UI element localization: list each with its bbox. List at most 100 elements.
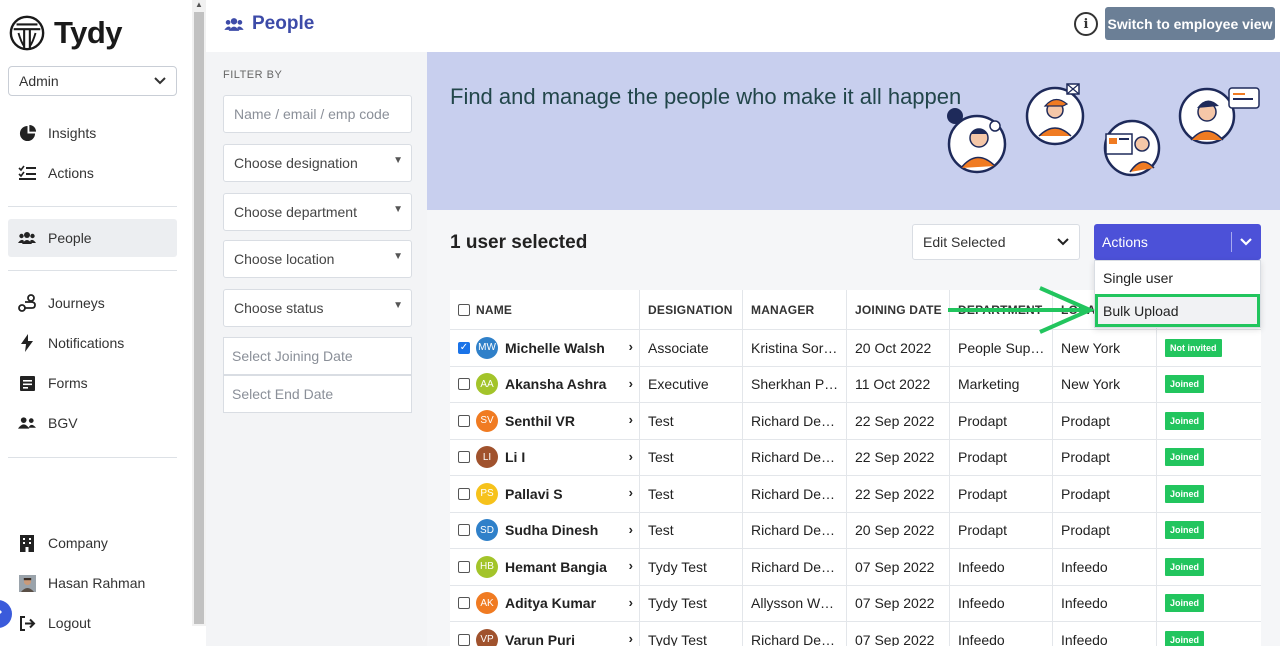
switch-to-employee-view-button[interactable]: Switch to employee view bbox=[1105, 7, 1275, 40]
cell-name[interactable]: VP Varun Puri › bbox=[450, 622, 640, 646]
joining-date-input[interactable]: Select Joining Date bbox=[223, 337, 412, 375]
sidebar-item-notifications[interactable]: Notifications bbox=[8, 324, 177, 362]
caret-down-icon: ▼ bbox=[393, 251, 403, 262]
chevron-right-icon[interactable]: › bbox=[629, 339, 633, 354]
menu-item-single-user[interactable]: Single user bbox=[1095, 261, 1260, 294]
sidebar-item-insights[interactable]: Insights bbox=[8, 114, 177, 152]
row-checkbox[interactable]: ✓ bbox=[458, 341, 470, 354]
header-manager[interactable]: MANAGER bbox=[743, 290, 847, 329]
designation-select[interactable]: Choose designation ▼ bbox=[223, 144, 412, 182]
cell-name[interactable]: ✓ MW Michelle Walsh › bbox=[450, 330, 640, 366]
table-row[interactable]: VP Varun Puri › Tydy Test Richard Dem... 07 S… bbox=[450, 622, 1261, 646]
caret-down-icon: ▼ bbox=[393, 300, 403, 311]
user-name[interactable]: Varun Puri bbox=[505, 632, 575, 646]
actions-dropdown-button[interactable]: Actions bbox=[1094, 224, 1261, 260]
cell-joining-date: 07 Sep 2022 bbox=[847, 622, 950, 646]
sidebar-item-people[interactable]: People bbox=[8, 219, 177, 257]
sidebar-item-label: Insights bbox=[48, 125, 97, 141]
user-name[interactable]: Senthil VR bbox=[505, 413, 575, 429]
cell-name[interactable]: AK Aditya Kumar › bbox=[450, 585, 640, 621]
status-badge: Joined bbox=[1165, 411, 1205, 430]
row-checkbox[interactable] bbox=[458, 451, 470, 464]
user-name[interactable]: Sudha Dinesh bbox=[505, 522, 598, 538]
chevron-right-icon[interactable]: › bbox=[629, 376, 633, 391]
designation-text: Test bbox=[648, 522, 674, 539]
row-checkbox[interactable] bbox=[458, 597, 470, 610]
sidebar-scroll-thumb[interactable] bbox=[194, 12, 204, 624]
cell-location: Infeedo bbox=[1053, 622, 1157, 646]
row-checkbox[interactable] bbox=[458, 378, 470, 391]
table-row[interactable]: AK Aditya Kumar › Tydy Test Allysson We... 07… bbox=[450, 585, 1261, 622]
search-placeholder: Name / email / emp code bbox=[234, 106, 390, 122]
chevron-right-icon[interactable]: › bbox=[629, 558, 633, 573]
search-input[interactable]: Name / email / emp code bbox=[223, 95, 412, 133]
status-select[interactable]: Choose status ▼ bbox=[223, 289, 412, 327]
sidebar-item-actions[interactable]: Actions bbox=[8, 154, 177, 192]
row-checkbox[interactable] bbox=[458, 414, 470, 427]
caret-down-icon: ▼ bbox=[393, 204, 403, 215]
sidebar-item-bgv[interactable]: BGV bbox=[8, 404, 177, 442]
manager-text: Richard Dem... bbox=[751, 449, 839, 466]
table-row[interactable]: SV Senthil VR › Test Richard Dem... 22 Sep 20… bbox=[450, 403, 1261, 440]
location-select-label: Choose location bbox=[234, 251, 335, 267]
row-checkbox[interactable] bbox=[458, 560, 470, 573]
table-row[interactable]: HB Hemant Bangia › Tydy Test Richard Dem... 0… bbox=[450, 549, 1261, 586]
chevron-right-icon[interactable]: › bbox=[629, 449, 633, 464]
sidebar-item-journeys[interactable]: Journeys bbox=[8, 284, 177, 322]
table-row[interactable]: AA Akansha Ashra › Executive Sherkhan Pa... 1… bbox=[450, 366, 1261, 403]
user-name[interactable]: Michelle Walsh bbox=[505, 340, 605, 356]
table-row[interactable]: PS Pallavi S › Test Richard Dem... 22 Sep 202… bbox=[450, 476, 1261, 513]
row-checkbox[interactable] bbox=[458, 524, 470, 537]
user-name[interactable]: Akansha Ashra bbox=[505, 376, 606, 392]
select-all-checkbox[interactable] bbox=[458, 303, 470, 316]
header-joining-date[interactable]: JOINING DATE bbox=[847, 290, 950, 329]
designation-text: Associate bbox=[648, 339, 709, 356]
table-row[interactable]: LI Li I › Test Richard Dem... 22 Sep 2022 Prod… bbox=[450, 439, 1261, 476]
people-icon bbox=[18, 229, 36, 247]
location-text: New York bbox=[1061, 376, 1121, 393]
location-select[interactable]: Choose location ▼ bbox=[223, 240, 412, 278]
designation-text: Test bbox=[648, 485, 674, 502]
chevron-right-icon[interactable]: › bbox=[629, 412, 633, 427]
cell-name[interactable]: AA Akansha Ashra › bbox=[450, 366, 640, 402]
status-badge: Joined bbox=[1165, 375, 1205, 394]
sidebar-item-forms[interactable]: Forms bbox=[8, 364, 177, 402]
scroll-up-arrow-icon[interactable]: ▲ bbox=[194, 0, 204, 10]
department-select[interactable]: Choose department ▼ bbox=[223, 193, 412, 231]
row-checkbox[interactable] bbox=[458, 633, 470, 646]
user-name[interactable]: Li I bbox=[505, 449, 525, 465]
joining-date-placeholder: Select Joining Date bbox=[232, 348, 353, 364]
cell-name[interactable]: SD Sudha Dinesh › bbox=[450, 512, 640, 548]
user-name[interactable]: Aditya Kumar bbox=[505, 595, 596, 611]
cell-status: Joined bbox=[1157, 440, 1261, 476]
cell-name[interactable]: SV Senthil VR › bbox=[450, 403, 640, 439]
edit-selected-select[interactable]: Edit Selected bbox=[912, 224, 1080, 260]
cell-name[interactable]: LI Li I › bbox=[450, 439, 640, 475]
table-row[interactable]: ✓ MW Michelle Walsh › Associate Kristina Sore… bbox=[450, 330, 1261, 367]
sidebar-item-company[interactable]: Company bbox=[8, 524, 177, 562]
avatar: LI bbox=[476, 446, 498, 469]
chevron-right-icon[interactable]: › bbox=[629, 595, 633, 610]
user-name[interactable]: Hemant Bangia bbox=[505, 559, 607, 575]
chevron-right-icon[interactable]: › bbox=[629, 522, 633, 537]
sidebar-item-profile[interactable]: Hasan Rahman bbox=[8, 564, 177, 602]
header-name[interactable]: NAME bbox=[450, 290, 640, 329]
cell-name[interactable]: PS Pallavi S › bbox=[450, 476, 640, 512]
menu-item-bulk-upload[interactable]: Bulk Upload bbox=[1095, 294, 1260, 327]
sidebar-item-logout[interactable]: Logout bbox=[8, 604, 177, 642]
role-select[interactable]: Admin bbox=[8, 66, 177, 96]
user-name[interactable]: Pallavi S bbox=[505, 486, 563, 502]
cell-name[interactable]: HB Hemant Bangia › bbox=[450, 549, 640, 585]
cell-designation: Tydy Test bbox=[640, 585, 743, 621]
table-row[interactable]: SD Sudha Dinesh › Test Richard Dem... 20 Sep … bbox=[450, 512, 1261, 549]
chevron-right-icon[interactable]: › bbox=[629, 631, 633, 646]
cell-joining-date: 07 Sep 2022 bbox=[847, 585, 950, 621]
bolt-icon bbox=[18, 334, 36, 352]
end-date-input[interactable]: Select End Date bbox=[223, 375, 412, 413]
header-designation[interactable]: DESIGNATION bbox=[640, 290, 743, 329]
chevron-down-icon bbox=[1240, 238, 1252, 246]
info-icon[interactable]: i bbox=[1074, 12, 1098, 36]
brand-logo[interactable]: Tydy bbox=[8, 14, 123, 52]
chevron-right-icon[interactable]: › bbox=[629, 485, 633, 500]
row-checkbox[interactable] bbox=[458, 487, 470, 500]
